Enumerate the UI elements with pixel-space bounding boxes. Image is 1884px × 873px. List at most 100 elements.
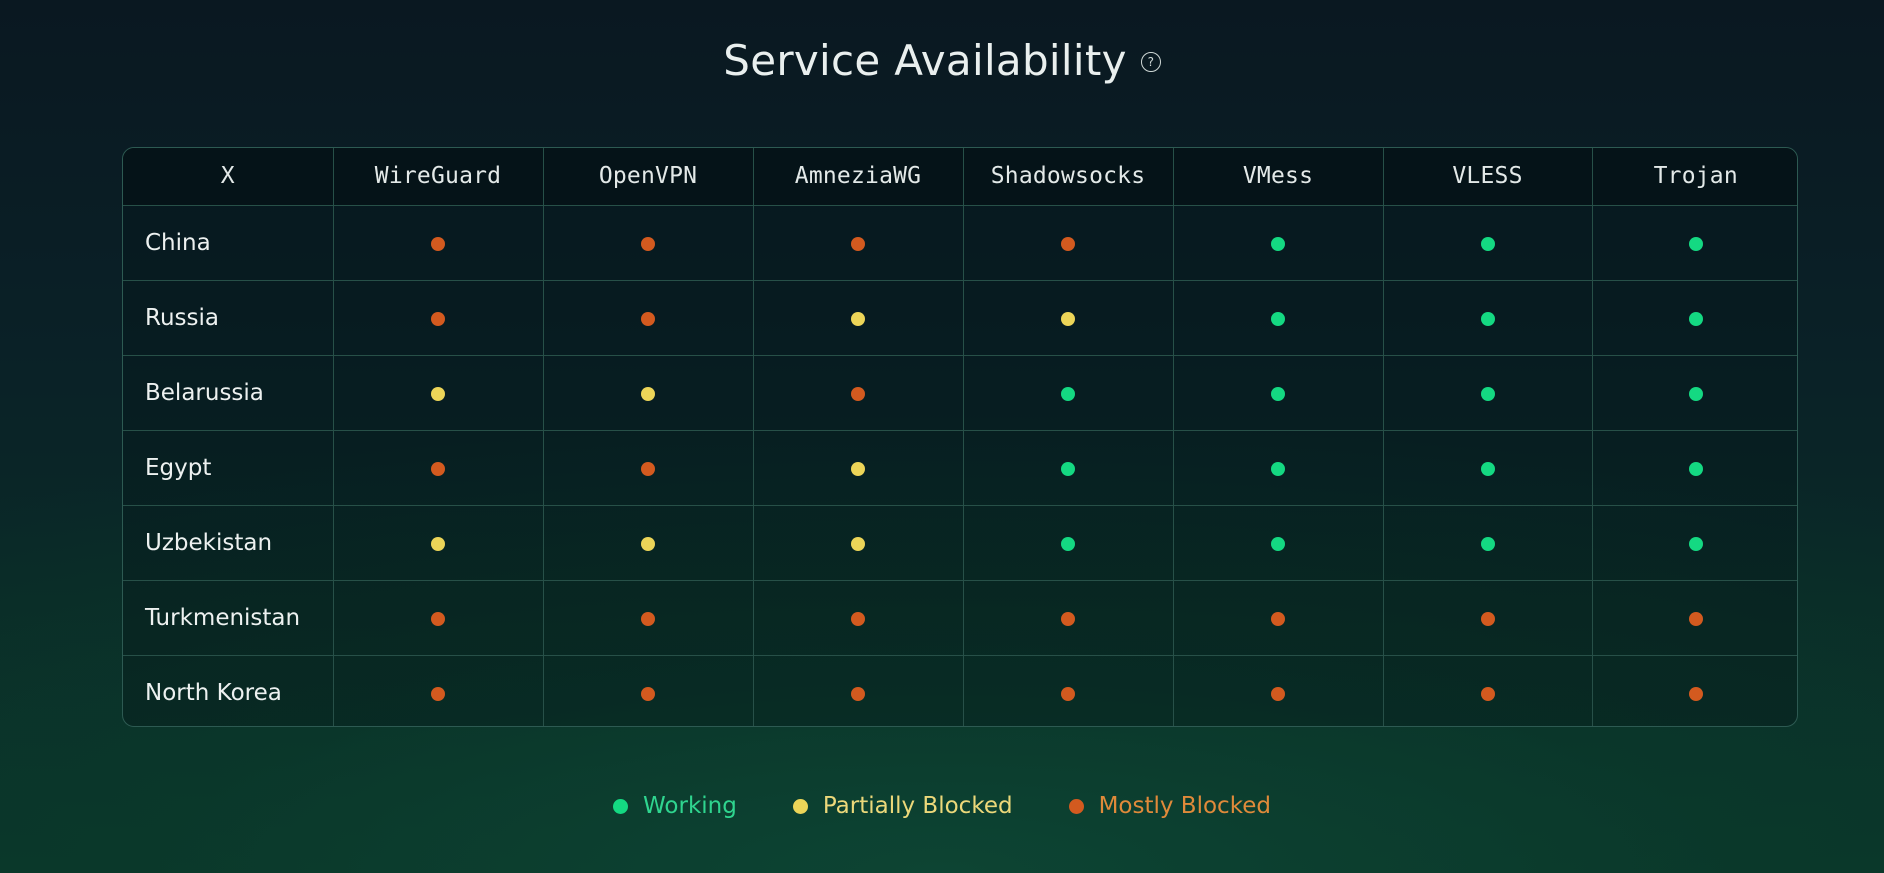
column-header-amneziawg: AmneziaWG bbox=[753, 148, 964, 206]
status-cell bbox=[1173, 355, 1384, 431]
status-cell bbox=[753, 280, 964, 356]
status-cell bbox=[1173, 655, 1384, 726]
column-header-vless: VLESS bbox=[1383, 148, 1593, 206]
country-label: Uzbekistan bbox=[123, 505, 334, 581]
status-cell bbox=[1383, 430, 1593, 506]
country-label: Russia bbox=[123, 280, 334, 356]
table-row: North Korea bbox=[123, 655, 1797, 726]
status-cell bbox=[753, 580, 964, 656]
status-dot-working bbox=[1688, 311, 1703, 326]
status-cell bbox=[1592, 580, 1797, 656]
status-cell bbox=[963, 505, 1174, 581]
status-dot-working bbox=[1061, 536, 1075, 551]
status-dot-working bbox=[1688, 236, 1703, 251]
status-cell bbox=[1592, 205, 1797, 281]
status-dot-working bbox=[1688, 536, 1703, 551]
status-dot-blocked bbox=[1271, 686, 1285, 701]
status-cell bbox=[1383, 280, 1593, 356]
status-dot-blocked bbox=[851, 611, 865, 626]
country-label: Belarussia bbox=[123, 355, 334, 431]
status-cell bbox=[1592, 280, 1797, 356]
status-cell bbox=[543, 280, 754, 356]
status-cell bbox=[1383, 655, 1593, 726]
status-dot-working bbox=[1271, 236, 1285, 251]
status-cell bbox=[543, 355, 754, 431]
table-header-row: X WireGuard OpenVPN AmneziaWG Shadowsocks VM… bbox=[123, 148, 1797, 206]
country-label: Egypt bbox=[123, 430, 334, 506]
status-dot-blocked bbox=[431, 236, 445, 251]
status-cell bbox=[1173, 505, 1384, 581]
status-cell bbox=[543, 430, 754, 506]
status-cell bbox=[963, 280, 1174, 356]
status-dot-working bbox=[1480, 386, 1495, 401]
status-cell bbox=[543, 655, 754, 726]
legend-dot-partial bbox=[792, 798, 808, 814]
corner-header: X bbox=[123, 148, 334, 206]
column-header-openvpn: OpenVPN bbox=[543, 148, 754, 206]
country-label: Turkmenistan bbox=[123, 580, 334, 656]
status-cell bbox=[1383, 580, 1593, 656]
status-cell bbox=[1592, 355, 1797, 431]
status-dot-blocked bbox=[851, 686, 865, 701]
table-body: China Russia Belarussia Egypt Uzbekistan Turk… bbox=[123, 205, 1797, 726]
status-dot-blocked bbox=[641, 311, 655, 326]
status-dot-blocked bbox=[1061, 686, 1075, 701]
table-row: China bbox=[123, 205, 1797, 281]
status-dot-working bbox=[1480, 536, 1495, 551]
status-cell bbox=[333, 580, 544, 656]
status-cell bbox=[753, 355, 964, 431]
table-row: Belarussia bbox=[123, 355, 1797, 431]
status-cell bbox=[1173, 205, 1384, 281]
legend-item-working: Working bbox=[613, 794, 737, 818]
status-cell bbox=[963, 655, 1174, 726]
status-dot-working bbox=[1480, 461, 1495, 476]
status-cell bbox=[1592, 505, 1797, 581]
status-cell bbox=[1173, 430, 1384, 506]
column-header-vmess: VMess bbox=[1173, 148, 1384, 206]
status-dot-blocked bbox=[1271, 611, 1285, 626]
status-dot-blocked bbox=[851, 236, 865, 251]
status-cell bbox=[1383, 205, 1593, 281]
status-dot-blocked bbox=[431, 311, 445, 326]
status-dot-working bbox=[1061, 386, 1075, 401]
status-cell bbox=[543, 505, 754, 581]
status-cell bbox=[333, 205, 544, 281]
status-cell bbox=[753, 655, 964, 726]
legend-label: Mostly Blocked bbox=[1098, 792, 1271, 819]
column-header-shadowsocks: Shadowsocks bbox=[963, 148, 1174, 206]
status-dot-partial bbox=[851, 536, 865, 551]
table-row: Russia bbox=[123, 280, 1797, 356]
status-dot-blocked bbox=[1061, 236, 1075, 251]
status-dot-blocked bbox=[641, 236, 655, 251]
legend-label: Partially Blocked bbox=[822, 792, 1013, 819]
status-cell bbox=[1173, 580, 1384, 656]
status-cell bbox=[333, 655, 544, 726]
status-cell bbox=[963, 205, 1174, 281]
status-cell bbox=[543, 580, 754, 656]
availability-table: X WireGuard OpenVPN AmneziaWG Shadowsocks VM… bbox=[123, 148, 1797, 726]
status-cell bbox=[1592, 430, 1797, 506]
status-dot-blocked bbox=[641, 686, 655, 701]
legend-item-blocked: Mostly Blocked bbox=[1068, 792, 1271, 819]
status-cell bbox=[1173, 280, 1384, 356]
legend: Working Partially Blocked Mostly Blocked bbox=[0, 790, 1884, 822]
status-dot-working bbox=[1271, 461, 1285, 476]
status-dot-working bbox=[1688, 386, 1703, 401]
status-dot-blocked bbox=[431, 461, 445, 476]
status-cell bbox=[963, 430, 1174, 506]
question-circle-icon[interactable]: ? bbox=[1140, 52, 1161, 72]
status-dot-working bbox=[1061, 461, 1075, 476]
status-dot-working bbox=[1271, 311, 1285, 326]
status-cell bbox=[543, 205, 754, 281]
page-title: Service Availability bbox=[723, 36, 1127, 85]
legend-dot-working bbox=[613, 798, 629, 814]
status-cell bbox=[1383, 355, 1593, 431]
legend-item-partial: Partially Blocked bbox=[792, 792, 1013, 819]
status-dot-blocked bbox=[1688, 611, 1703, 626]
status-cell bbox=[963, 580, 1174, 656]
status-cell bbox=[753, 205, 964, 281]
status-dot-working bbox=[1480, 236, 1495, 251]
status-dot-blocked bbox=[431, 611, 445, 626]
status-cell bbox=[753, 430, 964, 506]
column-header-trojan: Trojan bbox=[1592, 148, 1797, 206]
